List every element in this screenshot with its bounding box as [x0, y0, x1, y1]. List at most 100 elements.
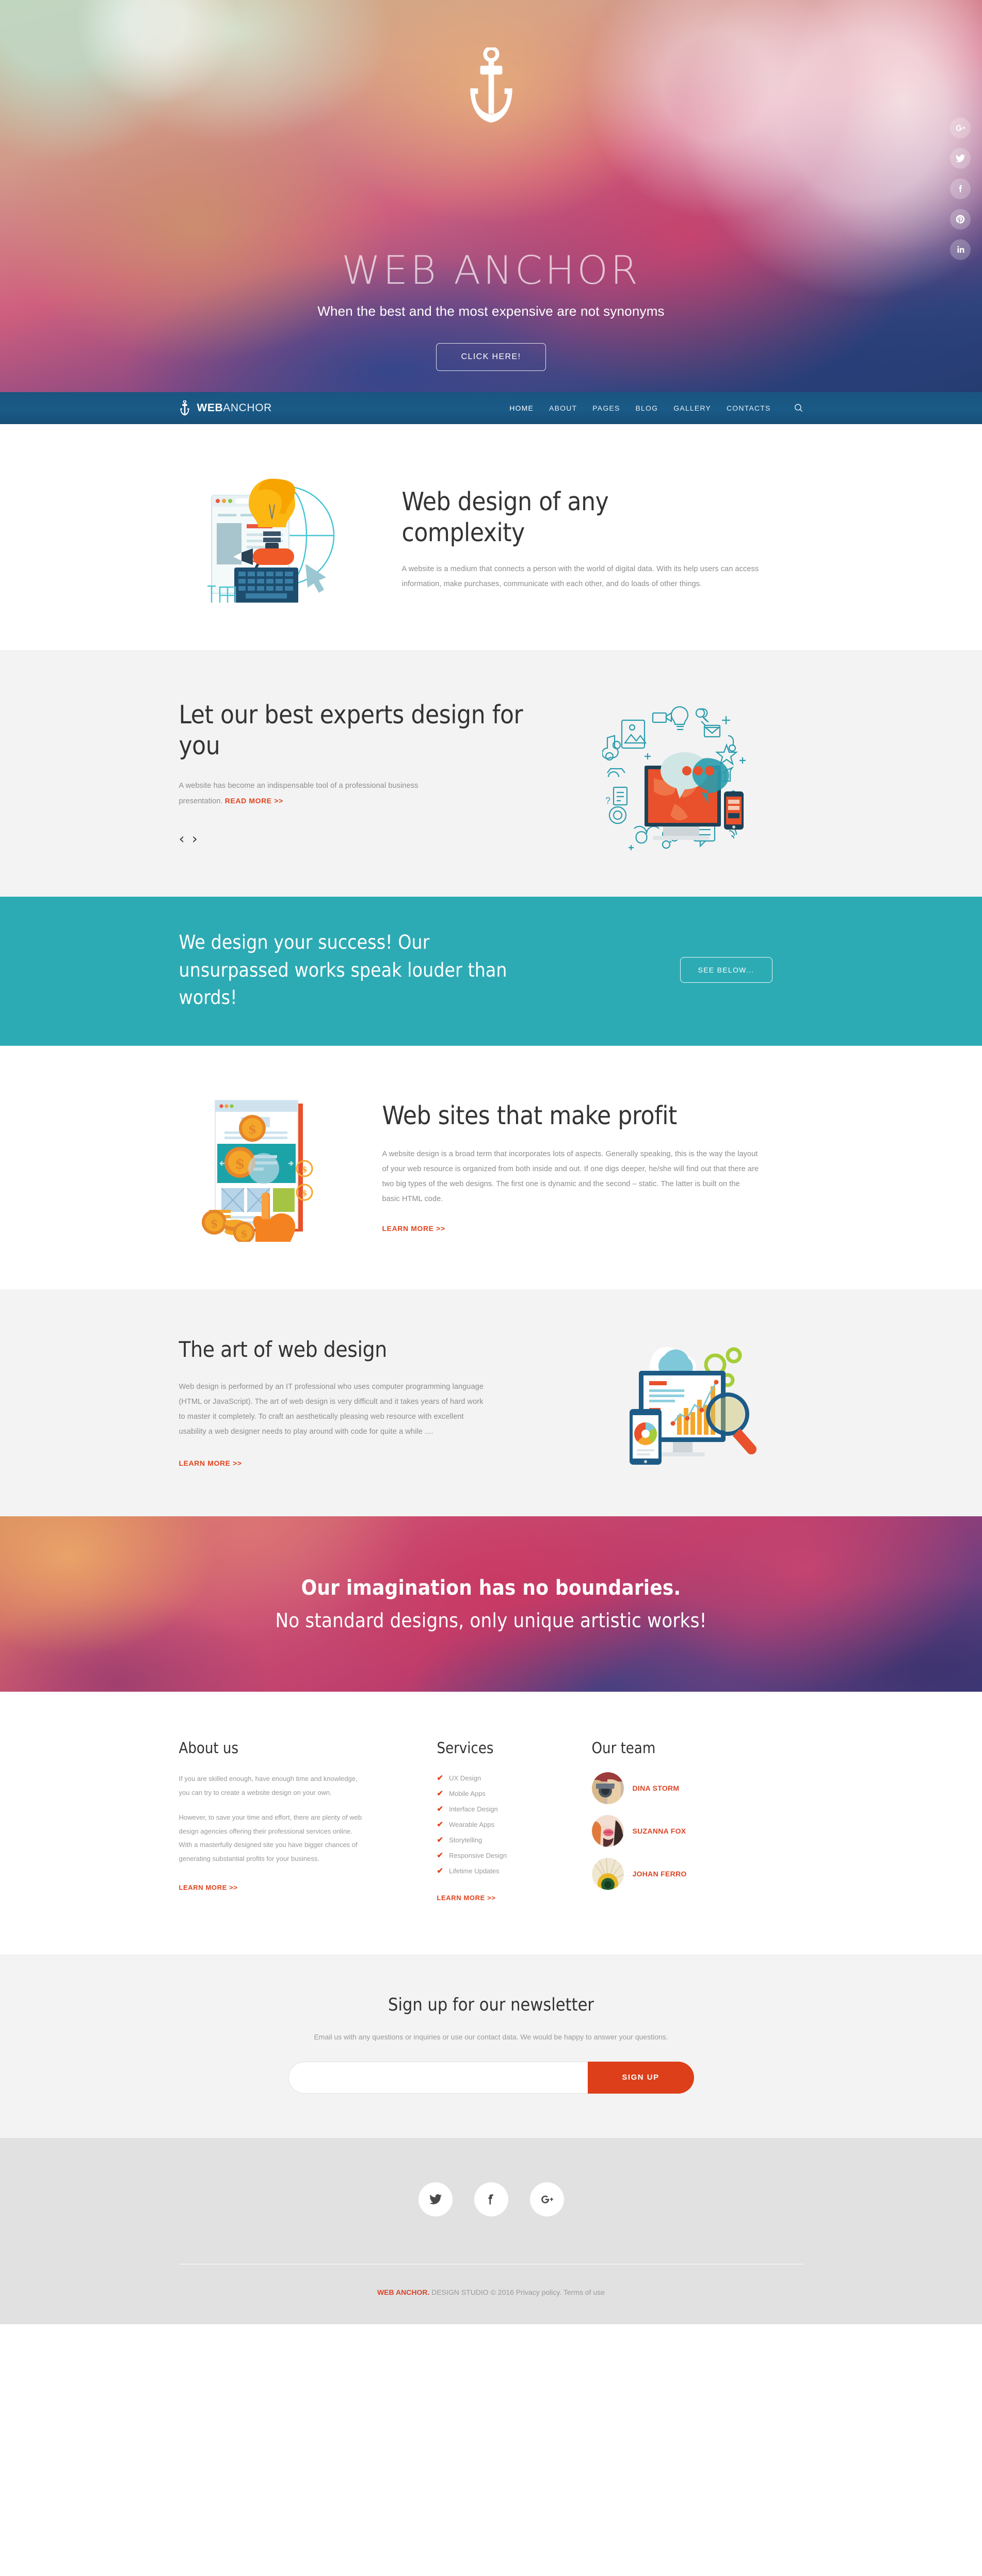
column-services: Services ✔ UX Design ✔ Mobile Apps ✔ Interf…: [437, 1739, 592, 1903]
avatar: [591, 1814, 624, 1847]
google-plus-icon[interactable]: [529, 2182, 564, 2216]
about-paragraph-2: However, to save your time and effort, t…: [179, 1813, 362, 1863]
twitter-icon[interactable]: [950, 148, 971, 169]
section-body: A website is a medium that connects a pe…: [401, 564, 759, 588]
twitter-icon[interactable]: [418, 2182, 453, 2216]
team-member[interactable]: DINA STORM: [591, 1772, 798, 1804]
read-more-link[interactable]: READ MORE >>: [225, 793, 283, 808]
team-member[interactable]: JOHAN FERRO: [591, 1857, 798, 1890]
section-best-experts: Let our best experts design for you A we…: [0, 650, 982, 897]
slider-next-icon[interactable]: ›: [192, 832, 198, 846]
hero-section: WEB ANCHOR When the best and the most ex…: [0, 0, 982, 392]
illustration-coins-hand: $ $ $ $ $ $: [179, 1092, 355, 1242]
brand-text: WEBANCHOR: [197, 401, 272, 414]
service-label: Responsive Design: [449, 1851, 507, 1859]
hero-social-rail: [950, 118, 971, 260]
slider-navigation: ‹ ›: [179, 832, 535, 846]
footer-social-links: [0, 2182, 982, 2216]
section-newsletter: Sign up for our newsletter Email us with…: [0, 1954, 982, 2138]
see-below-button[interactable]: SEE BELOW...: [680, 957, 772, 983]
linkedin-icon[interactable]: [950, 239, 971, 260]
nav-item-contacts[interactable]: CONTACTS: [727, 404, 771, 412]
svg-text:$: $: [248, 1122, 256, 1137]
newsletter-heading: Sign up for our newsletter: [388, 1994, 594, 2015]
list-item[interactable]: ✔ Responsive Design: [437, 1852, 592, 1859]
nav-links: HOME ABOUT PAGES BLOG GALLERY CONTACTS: [509, 403, 803, 413]
illustration-browser-bulb: [179, 474, 375, 603]
check-icon: ✔: [437, 1804, 444, 1813]
learn-more-link[interactable]: LEARN MORE >>: [179, 1459, 242, 1467]
check-icon: ✔: [437, 1820, 444, 1829]
brand-logo[interactable]: WEBANCHOR: [179, 400, 272, 416]
check-icon: ✔: [437, 1866, 444, 1875]
section-footer-columns: About us If you are skilled enough, have…: [0, 1691, 982, 1954]
list-item[interactable]: ✔ Mobile Apps: [437, 1790, 592, 1797]
section-title: Let our best experts design for you: [179, 700, 523, 760]
learn-more-link[interactable]: LEARN MORE >>: [382, 1224, 445, 1233]
section-art-of-web-design: The art of web design Web design is perf…: [0, 1289, 982, 1516]
section-body: A website design is a broad term that in…: [382, 1149, 759, 1203]
list-item[interactable]: ✔ Lifetime Updates: [437, 1867, 592, 1875]
service-label: Interface Design: [449, 1805, 498, 1813]
svg-text:$: $: [240, 1227, 248, 1240]
list-item[interactable]: ✔ UX Design: [437, 1774, 592, 1782]
banner-subheadline: No standard designs, only unique artisti…: [275, 1609, 707, 1632]
newsletter-subtext: Email us with any questions or inquiries…: [314, 2032, 668, 2041]
section-body: Web design is performed by an IT profess…: [179, 1382, 484, 1436]
column-about-us: About us If you are skilled enough, have…: [179, 1739, 437, 1903]
service-label: UX Design: [449, 1774, 481, 1782]
newsletter-form: SIGN UP: [179, 2061, 803, 2094]
email-field[interactable]: [288, 2061, 588, 2094]
hero-title: WEB ANCHOR: [342, 247, 640, 293]
check-icon: ✔: [437, 1835, 444, 1844]
column-heading: About us: [179, 1739, 239, 1757]
section-title: The art of web design: [179, 1337, 388, 1363]
section-body: A website has become an indispensable to…: [179, 779, 437, 809]
nav-item-home[interactable]: HOME: [509, 404, 534, 412]
team-list: DINA STORM SUZANNA FOX JOHAN FERRO: [591, 1772, 798, 1890]
avatar: [591, 1772, 624, 1804]
team-member-name: JOHAN FERRO: [632, 1869, 687, 1878]
about-learn-more-link[interactable]: LEARN MORE >>: [179, 1884, 238, 1891]
list-item[interactable]: ✔ Storytelling: [437, 1836, 592, 1844]
copyright-brand: WEB ANCHOR.: [377, 2288, 430, 2296]
nav-item-about[interactable]: ABOUT: [549, 404, 577, 412]
facebook-icon[interactable]: [474, 2182, 508, 2216]
illustration-social-media: ?: [556, 695, 803, 850]
nav-item-gallery[interactable]: GALLERY: [673, 404, 711, 412]
banner-headline: Our imagination has no boundaries.: [301, 1576, 681, 1600]
hero-subtitle: When the best and the most expensive are…: [317, 303, 665, 319]
team-member[interactable]: SUZANNA FOX: [591, 1814, 798, 1847]
list-item[interactable]: ✔ Wearable Apps: [437, 1821, 592, 1828]
about-paragraph-1: If you are skilled enough, have enough t…: [179, 1774, 358, 1796]
services-learn-more-link[interactable]: LEARN MORE >>: [437, 1894, 496, 1902]
section-web-design-complexity: Web design of any complexity A website i…: [0, 424, 982, 650]
service-label: Wearable Apps: [449, 1820, 495, 1828]
list-item[interactable]: ✔ Interface Design: [437, 1805, 592, 1813]
column-heading: Services: [437, 1739, 494, 1757]
section-title: Web sites that make profit: [382, 1101, 678, 1131]
copyright-text[interactable]: DESIGN STUDIO © 2016 Privacy policy. Ter…: [429, 2288, 605, 2296]
page-root: WEB ANCHOR When the best and the most ex…: [0, 0, 982, 2324]
services-list: ✔ UX Design ✔ Mobile Apps ✔ Interface Desig…: [437, 1774, 592, 1875]
svg-text:$: $: [301, 1188, 307, 1198]
facebook-icon[interactable]: [950, 179, 971, 199]
anchor-icon: [180, 400, 189, 415]
main-navigation: WEBANCHOR HOME ABOUT PAGES BLOG GALLERY …: [0, 392, 982, 424]
page-footer: WEB ANCHOR. DESIGN STUDIO © 2016 Privacy…: [0, 2137, 982, 2324]
banner-imagination: Our imagination has no boundaries. No st…: [0, 1516, 982, 1692]
sign-up-button[interactable]: SIGN UP: [587, 2061, 694, 2094]
svg-text:?: ?: [605, 796, 610, 806]
service-label: Storytelling: [449, 1836, 482, 1844]
google-plus-icon[interactable]: [950, 118, 971, 138]
check-icon: ✔: [437, 1789, 444, 1798]
nav-item-blog[interactable]: BLOG: [635, 404, 658, 412]
svg-text:$: $: [301, 1164, 307, 1174]
pinterest-icon[interactable]: [950, 209, 971, 230]
slider-prev-icon[interactable]: ‹: [179, 832, 185, 846]
illustration-analytics: [561, 1333, 803, 1472]
nav-item-pages[interactable]: PAGES: [592, 404, 620, 412]
hero-cta-button[interactable]: CLICK HERE!: [436, 343, 546, 371]
team-member-name: DINA STORM: [632, 1784, 680, 1792]
search-icon[interactable]: [794, 403, 803, 413]
